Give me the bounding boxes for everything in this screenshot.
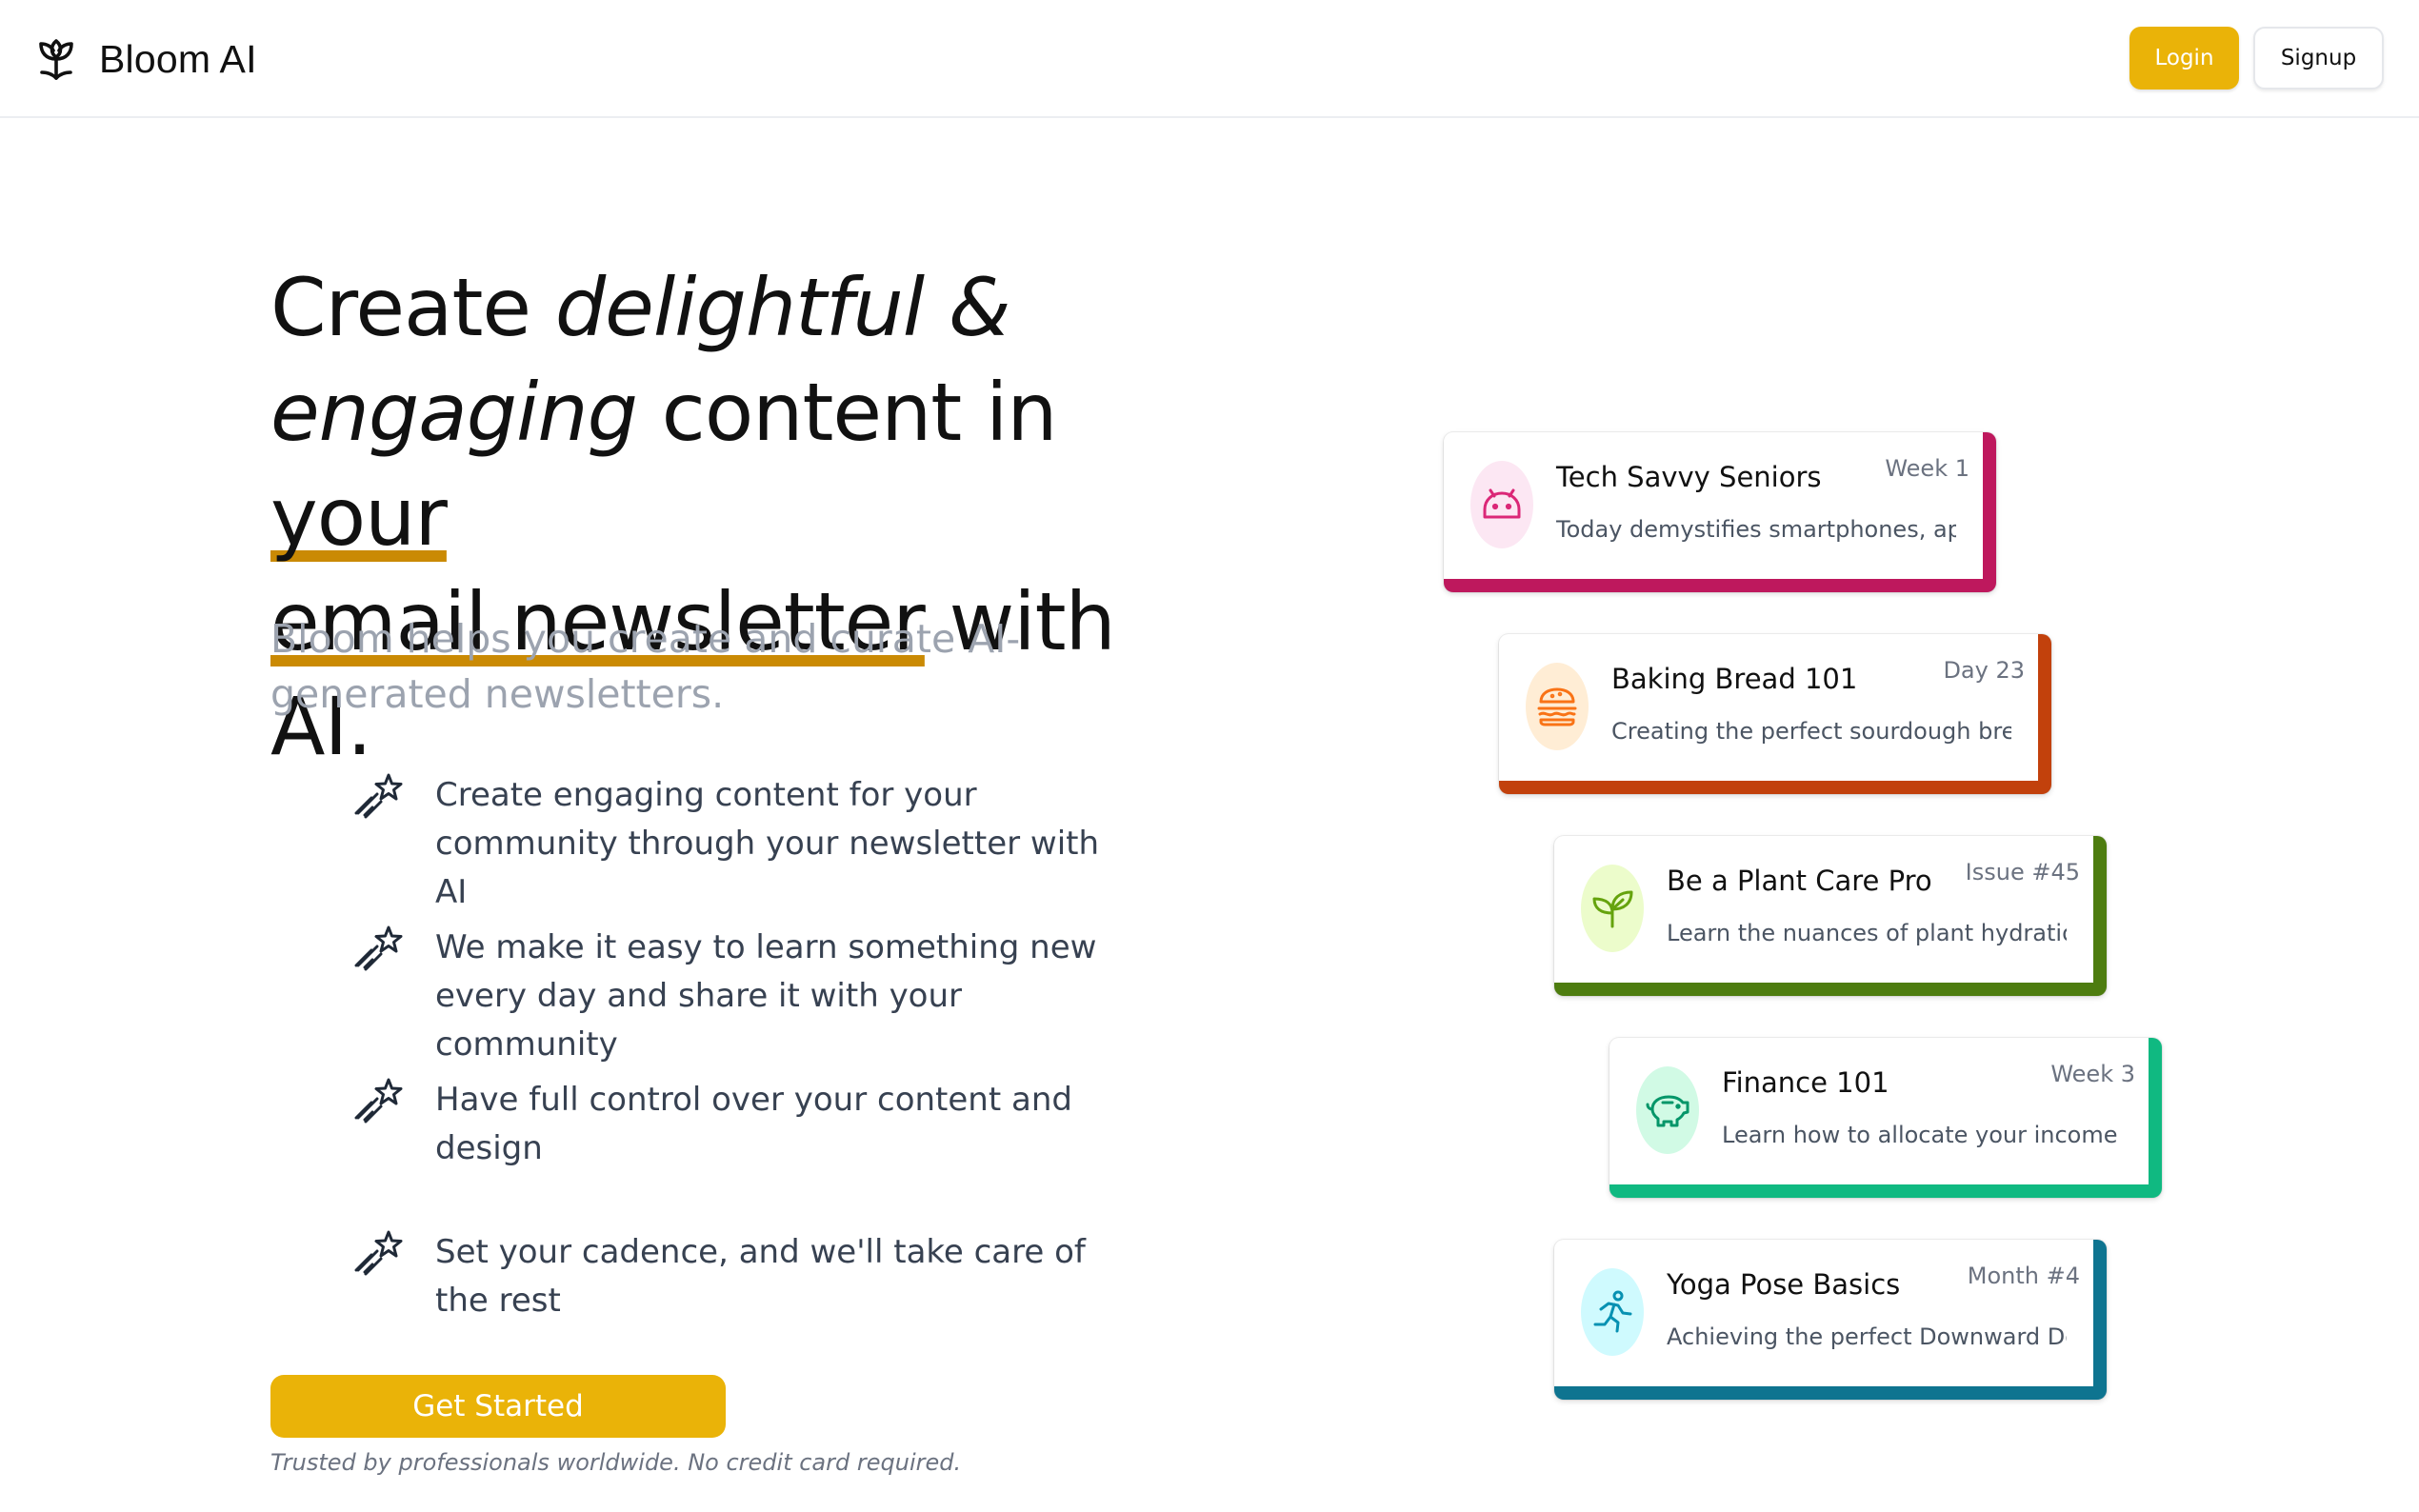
sparkle-star-icon [354,1230,403,1276]
feature-item: We make it easy to learn something new e… [352,924,1133,1076]
trust-note: Trusted by professionals worldwide. No c… [270,1449,962,1476]
piggy-bank-icon [1646,1095,1689,1127]
signup-button[interactable]: Signup [2253,27,2384,90]
hero-title-create: Create [270,261,531,354]
newsletter-card-finance[interactable]: Finance 101 Week 3 Learn how to allocate… [1609,1038,2162,1198]
card-icon-badge [1581,865,1644,952]
card-description: Learn how to allocate your income wis [1722,1122,2122,1148]
newsletter-card-tech-savvy-seniors[interactable]: Tech Savvy Seniors Week 1 Today demystif… [1444,432,1996,592]
hero-title-your: your [270,470,448,564]
card-icon-badge [1581,1268,1644,1356]
card-tag: Week 3 [2050,1061,2135,1087]
feature-list: Create engaging content for your communi… [352,771,1133,1381]
login-button[interactable]: Login [2129,27,2239,90]
feature-item: Set your cadence, and we'll take care of… [352,1228,1133,1381]
card-title: Tech Savvy Seniors [1556,461,1822,493]
burger-icon [1537,687,1577,726]
running-person-icon [1593,1290,1632,1333]
card-tag: Issue #45 [1965,859,2080,885]
card-icon-badge [1470,461,1533,548]
newsletter-card-yoga[interactable]: Yoga Pose Basics Month #4 Achieving the … [1554,1240,2107,1400]
hero-subtitle: Bloom helps you create and curate AI-gen… [270,616,1021,717]
sparkle-star-icon [354,773,403,819]
hero-title-content-in: content in [661,366,1058,459]
feature-text: We make it easy to learn something new e… [435,928,1097,1064]
card-title: Yoga Pose Basics [1667,1268,1901,1301]
card-title: Be a Plant Care Pro [1667,865,1932,897]
card-tag: Month #4 [1967,1263,2080,1289]
card-icon-badge [1526,663,1589,750]
hero-title-delightful: delightful & [554,261,1011,354]
card-title: Baking Bread 101 [1611,663,1858,695]
card-tag: Day 23 [1943,657,2025,684]
hero-title-engaging: engaging [270,366,638,459]
card-description: Today demystifies smartphones, apps [1556,516,1956,543]
sparkle-star-icon [354,925,403,971]
feature-item: Have full control over your content and … [352,1076,1133,1228]
sparkle-star-icon [354,1078,403,1124]
android-robot-icon [1483,488,1521,519]
newsletter-card-baking-bread[interactable]: Baking Bread 101 Day 23 Creating the per… [1499,634,2051,794]
card-description: Learn the nuances of plant hydratio [1667,920,2067,946]
newsletter-card-plant-care[interactable]: Be a Plant Care Pro Issue #45 Learn the … [1554,836,2107,996]
flower-icon [39,39,73,80]
card-description: Achieving the perfect Downward Dog, [1667,1323,2067,1350]
site-header: Bloom AI Login Signup [0,0,2419,118]
brand-name: Bloom AI [99,36,257,81]
card-tag: Week 1 [1885,455,1969,482]
feature-text: Set your cadence, and we'll take care of… [435,1233,1086,1320]
feature-item: Create engaging content for your communi… [352,771,1133,924]
get-started-button[interactable]: Get Started [270,1375,726,1438]
card-description: Creating the perfect sourdough brea [1611,718,2011,745]
brand-logo[interactable]: Bloom AI [36,32,257,86]
feature-text: Create engaging content for your communi… [435,776,1100,911]
feature-text: Have full control over your content and … [435,1081,1072,1167]
plant-sprout-icon [1592,890,1633,928]
card-title: Finance 101 [1722,1066,1889,1099]
card-icon-badge [1636,1066,1699,1154]
